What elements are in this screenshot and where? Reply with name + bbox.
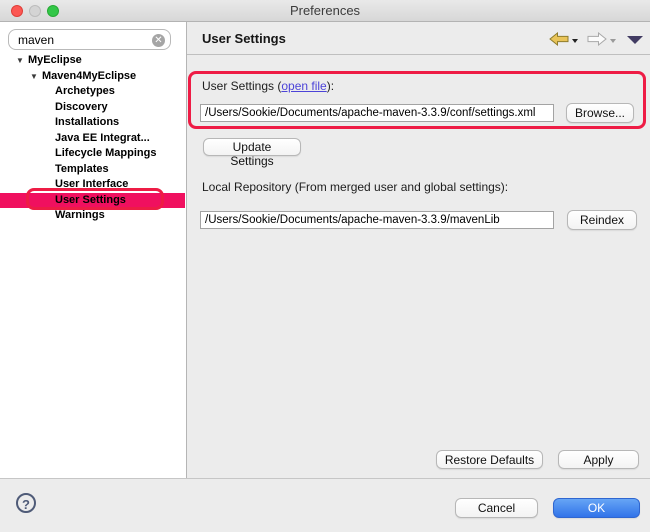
history-nav <box>549 32 643 46</box>
view-menu-icon[interactable] <box>627 36 643 44</box>
tree-item-templates[interactable]: Templates <box>0 162 185 178</box>
tree-item-label: User Interface <box>55 178 128 190</box>
tree-item-maven4myeclipse[interactable]: ▼ Maven4MyEclipse <box>0 69 185 85</box>
page-title: User Settings <box>202 31 286 46</box>
restore-defaults-button[interactable]: Restore Defaults <box>436 450 543 469</box>
user-settings-label: User Settings (open file): <box>202 79 334 93</box>
tree-item-label: MyEclipse <box>28 54 82 66</box>
tree-item-archetypes[interactable]: Archetypes <box>0 84 185 100</box>
back-history-dropdown-icon[interactable] <box>572 39 578 43</box>
tree-item-warnings[interactable]: Warnings <box>0 208 185 224</box>
preferences-tree: ▼ MyEclipse ▼ Maven4MyEclipse Archetypes Disc… <box>0 53 185 224</box>
forward-arrow-icon[interactable] <box>587 32 607 46</box>
user-settings-path-input[interactable] <box>200 104 554 122</box>
browse-button[interactable]: Browse... <box>566 103 634 123</box>
label-text: User Settings ( <box>202 79 281 93</box>
dialog-footer: ? Cancel OK <box>0 478 650 532</box>
tree-item-user-settings[interactable]: User Settings <box>0 193 185 209</box>
tree-item-label: Discovery <box>55 101 108 113</box>
back-arrow-icon[interactable] <box>549 32 569 46</box>
update-settings-button[interactable]: Update Settings <box>203 138 301 156</box>
local-repository-label: Local Repository (From merged user and g… <box>202 180 508 194</box>
titlebar: Preferences <box>0 0 650 22</box>
tree-item-label: Installations <box>55 116 119 128</box>
tree-item-label: Archetypes <box>55 85 115 97</box>
tree-item-label: Warnings <box>55 209 105 221</box>
tree-item-discovery[interactable]: Discovery <box>0 100 185 116</box>
search-value: maven <box>18 30 54 50</box>
tree-item-label: Maven4MyEclipse <box>42 70 136 82</box>
sidebar: maven ✕ ▼ MyEclipse ▼ Maven4MyEclipse Archet… <box>0 22 187 478</box>
filter-search-input[interactable]: maven ✕ <box>8 29 171 50</box>
page-header: User Settings <box>187 22 650 55</box>
tree-item-installations[interactable]: Installations <box>0 115 185 131</box>
ok-button[interactable]: OK <box>553 498 640 518</box>
open-file-link[interactable]: open file <box>281 79 326 93</box>
expand-triangle-icon[interactable]: ▼ <box>16 53 24 69</box>
help-icon[interactable]: ? <box>16 493 36 513</box>
tree-item-myeclipse[interactable]: ▼ MyEclipse <box>0 53 185 69</box>
tree-item-label: Templates <box>55 163 109 175</box>
reindex-button[interactable]: Reindex <box>567 210 637 230</box>
cancel-button[interactable]: Cancel <box>455 498 538 518</box>
tree-item-label: User Settings <box>55 194 126 206</box>
tree-item-lifecycle-mappings[interactable]: Lifecycle Mappings <box>0 146 185 162</box>
tree-item-label: Java EE Integrat... <box>55 132 150 144</box>
window-title: Preferences <box>0 3 650 18</box>
tree-item-user-interface[interactable]: User Interface <box>0 177 185 193</box>
main-panel: User Settings User Settings (open file):… <box>187 22 650 478</box>
tree-item-java-ee-integrat-[interactable]: Java EE Integrat... <box>0 131 185 147</box>
local-repository-path-input[interactable] <box>200 211 554 229</box>
label-text: ): <box>327 79 334 93</box>
forward-history-dropdown-icon[interactable] <box>610 39 616 43</box>
expand-triangle-icon[interactable]: ▼ <box>30 69 38 85</box>
clear-search-icon[interactable]: ✕ <box>152 34 165 47</box>
preferences-window: Preferences maven ✕ ▼ MyEclipse ▼ Maven4MyE… <box>0 0 650 532</box>
tree-item-label: Lifecycle Mappings <box>55 147 156 159</box>
apply-button[interactable]: Apply <box>558 450 639 469</box>
